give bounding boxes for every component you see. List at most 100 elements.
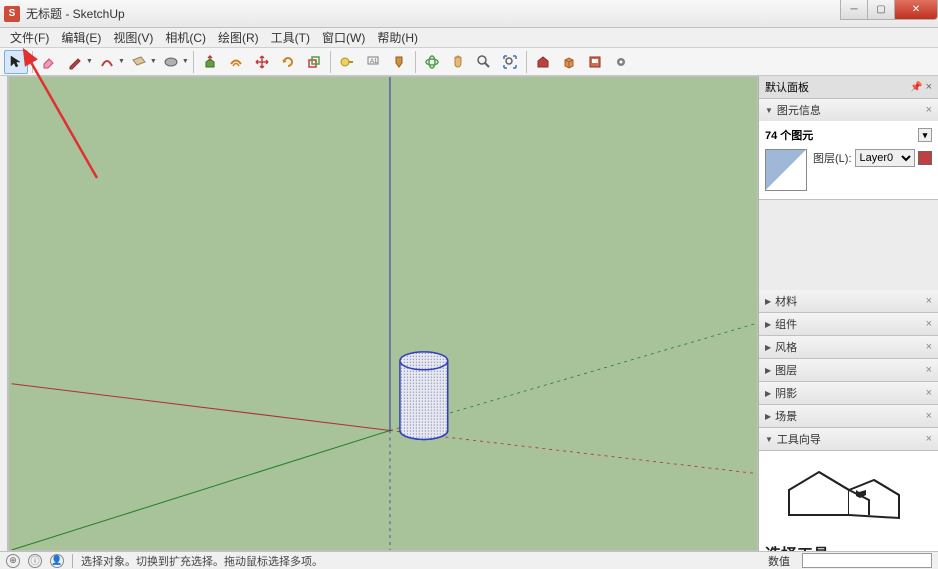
warehouse-tool[interactable] (531, 50, 555, 74)
tape-tool[interactable] (335, 50, 359, 74)
close-icon[interactable]: × (926, 387, 932, 399)
extension-manager-tool[interactable] (609, 50, 633, 74)
maximize-button[interactable]: ▢ (867, 0, 895, 20)
circle-icon (163, 54, 179, 70)
menu-edit[interactable]: 编辑(E) (55, 27, 107, 48)
layer-select[interactable]: Layer0 (855, 149, 916, 167)
close-icon[interactable]: × (926, 410, 932, 422)
geo-icon[interactable]: ⊕ (6, 554, 20, 568)
close-icon[interactable]: × (926, 81, 932, 93)
separator (526, 51, 527, 73)
extension-tool[interactable] (557, 50, 581, 74)
measure-input[interactable] (802, 553, 932, 568)
shape-tool-group[interactable]: ▼ (127, 50, 157, 74)
line-tool-group[interactable]: ▼ (63, 50, 93, 74)
toolbar: ▼ ▼ ▼ ▼ A1 (0, 48, 938, 76)
section-label: 工具向导 (777, 431, 821, 447)
rotate-tool[interactable] (276, 50, 300, 74)
close-icon[interactable]: × (926, 104, 932, 116)
close-button[interactable]: ✕ (894, 0, 938, 20)
paint-tool[interactable] (387, 50, 411, 74)
section-materials-head[interactable]: ▶材料× (759, 290, 938, 312)
move-tool[interactable] (250, 50, 274, 74)
menu-camera[interactable]: 相机(C) (159, 27, 212, 48)
pin-icon[interactable]: 📌 (910, 82, 922, 93)
pushpull-tool[interactable] (198, 50, 222, 74)
text-icon: A1 (365, 54, 381, 70)
details-button[interactable]: ▾ (918, 128, 932, 142)
menu-help[interactable]: 帮助(H) (371, 27, 424, 48)
layout-tool[interactable] (583, 50, 607, 74)
offset-tool[interactable] (224, 50, 248, 74)
rectangle-tool[interactable] (127, 50, 151, 74)
chevron-down-icon: ▼ (182, 58, 189, 65)
credits-icon[interactable]: ⓘ (28, 554, 42, 568)
pan-tool[interactable] (446, 50, 470, 74)
separator (193, 51, 194, 73)
text-tool[interactable]: A1 (361, 50, 385, 74)
section-label: 风格 (775, 339, 797, 355)
arc-icon (99, 54, 115, 70)
arc-tool[interactable] (95, 50, 119, 74)
hand-icon (450, 54, 466, 70)
move-icon (254, 54, 270, 70)
section-instructor-head[interactable]: ▼ 工具向导 × (759, 428, 938, 450)
section-label: 场景 (775, 408, 797, 424)
section-label: 组件 (775, 316, 797, 332)
arc-tool-group[interactable]: ▼ (95, 50, 125, 74)
chevron-down-icon: ▼ (765, 435, 773, 444)
layout-icon (587, 54, 603, 70)
entity-count-label: 74 个图元 (765, 127, 813, 143)
viewport-wrap (8, 76, 758, 551)
menu-draw[interactable]: 绘图(R) (212, 27, 265, 48)
eraser-tool[interactable] (37, 50, 61, 74)
section-scenes-head[interactable]: ▶ 场景 × (759, 405, 938, 427)
select-tool[interactable] (4, 50, 28, 74)
signin-icon[interactable]: 👤 (50, 554, 64, 568)
minimize-button[interactable]: ─ (840, 0, 868, 20)
instructor-body: 选择工具 在使用其他工具或命令时，选择要修改的图元。 工具操作 1. 点击图元。… (759, 451, 938, 551)
scale-icon (306, 54, 322, 70)
section-label: 阴影 (775, 385, 797, 401)
titlebar: S 无标题 - SketchUp ─ ▢ ✕ (0, 0, 938, 28)
close-icon[interactable]: × (926, 295, 932, 307)
zoom-extents-icon (502, 54, 518, 70)
menu-window[interactable]: 窗口(W) (316, 27, 371, 48)
circle-tool[interactable] (159, 50, 183, 74)
menubar: 文件(F) 编辑(E) 视图(V) 相机(C) 绘图(R) 工具(T) 窗口(W… (0, 28, 938, 48)
zoom-extents-tool[interactable] (498, 50, 522, 74)
orbit-icon (424, 54, 440, 70)
tape-icon (339, 54, 355, 70)
right-panel: 默认面板 📌 × ▼图元信息 × 74 个图元 ▾ (758, 76, 938, 551)
menu-view[interactable]: 视图(V) (107, 27, 159, 48)
menu-file[interactable]: 文件(F) (4, 27, 55, 48)
viewport[interactable] (9, 77, 757, 550)
orbit-tool[interactable] (420, 50, 444, 74)
window-controls: ─ ▢ ✕ (841, 0, 938, 20)
section-layers-head[interactable]: ▶图层× (759, 359, 938, 381)
chevron-down-icon: ▼ (150, 58, 157, 65)
close-icon[interactable]: × (926, 364, 932, 376)
instructor-title: 选择工具 (765, 541, 932, 551)
section-shadows-head[interactable]: ▶阴影× (759, 382, 938, 404)
gear-icon (613, 54, 629, 70)
line-tool[interactable] (63, 50, 87, 74)
section-styles-head[interactable]: ▶风格× (759, 336, 938, 358)
close-icon[interactable]: × (926, 318, 932, 330)
circle-tool-group[interactable]: ▼ (159, 50, 189, 74)
chevron-right-icon: ▶ (765, 412, 771, 421)
close-icon[interactable]: × (926, 341, 932, 353)
left-gutter (0, 76, 8, 551)
layer-color-swatch[interactable] (918, 151, 932, 165)
menu-tools[interactable]: 工具(T) (265, 27, 316, 48)
material-thumbnail[interactable] (765, 149, 807, 191)
separator (415, 51, 416, 73)
warehouse-icon (535, 54, 551, 70)
viewport-scene (9, 77, 757, 550)
scale-tool[interactable] (302, 50, 326, 74)
section-components-head[interactable]: ▶组件× (759, 313, 938, 335)
section-entity-info-head[interactable]: ▼图元信息 × (759, 99, 938, 121)
cylinder-object[interactable] (400, 352, 448, 440)
close-icon[interactable]: × (926, 433, 932, 445)
zoom-tool[interactable] (472, 50, 496, 74)
